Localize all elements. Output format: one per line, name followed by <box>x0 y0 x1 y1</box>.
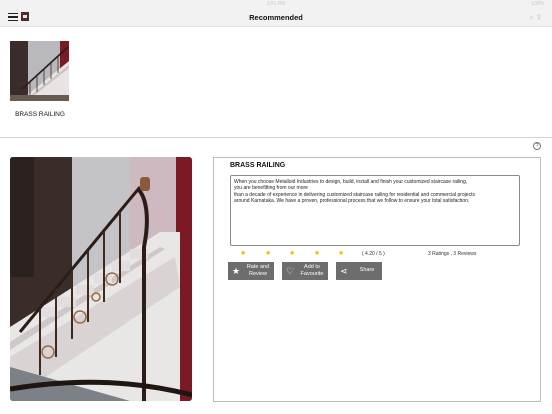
recommended-item-label: BRASS RAILING <box>15 111 65 118</box>
recommended-item[interactable]: BRASS RAILING <box>10 41 70 118</box>
rating-row: ★ ★ ★ ★ ★ ( 4.20 / 5 ) 3 Ratings , 3 Rev… <box>230 249 530 259</box>
rate-label-line2: Review <box>248 270 268 277</box>
product-detail-panel: BRASS RAILING When you choose Metalloid … <box>213 157 541 402</box>
product-thumbnail <box>10 41 69 101</box>
nav-actions: ⌕⇪ <box>529 13 544 23</box>
section-divider <box>0 137 552 138</box>
heart-icon: ♡ <box>286 266 295 276</box>
rate-button-label: Rate and Review <box>244 264 272 277</box>
share-button[interactable]: ⋖ Share <box>336 262 382 280</box>
star-icon[interactable]: ★ <box>265 249 271 257</box>
product-title: BRASS RAILING <box>230 162 286 169</box>
add-to-favourite-button[interactable]: ♡ Add to Favourite <box>282 262 328 280</box>
product-description: When you choose Metalloid Industries to … <box>230 175 520 246</box>
share-icon: ⋖ <box>340 266 348 276</box>
description-line: around Karnataka. We have a proven, prof… <box>234 198 470 205</box>
page-title: Recommended <box>249 13 303 22</box>
fav-label-line2: Favourite <box>300 270 324 277</box>
share-button-label: Share <box>359 267 375 273</box>
status-time: 3:51 PM <box>266 1 286 7</box>
status-bar: 3:51 PM 100% <box>0 0 552 8</box>
star-icon[interactable]: ★ <box>240 249 246 257</box>
rate-and-review-button[interactable]: ★ Rate and Review <box>228 262 274 280</box>
favourite-button-label: Add to Favourite <box>298 264 326 277</box>
share-icon[interactable]: ⇪ <box>536 13 544 22</box>
navigation-bar: Recommended ⌕⇪ <box>0 8 552 27</box>
product-image <box>10 157 192 401</box>
star-icon: ★ <box>232 266 241 276</box>
help-icon[interactable]: ? <box>533 142 541 150</box>
battery-indicator: 100% <box>531 1 544 7</box>
fav-label-line1: Add to <box>304 264 320 270</box>
rating-score: ( 4.20 / 5 ) <box>362 251 385 257</box>
star-icon[interactable]: ★ <box>314 249 320 257</box>
star-icon[interactable]: ★ <box>338 249 344 257</box>
rating-count: 3 Ratings , 3 Reviews <box>428 251 477 257</box>
rate-label-line1: Rate and <box>246 264 270 270</box>
app-screen: 3:51 PM 100% Recommended ⌕⇪ BRASS RAILIN… <box>0 0 552 414</box>
star-icon[interactable]: ★ <box>289 249 295 257</box>
